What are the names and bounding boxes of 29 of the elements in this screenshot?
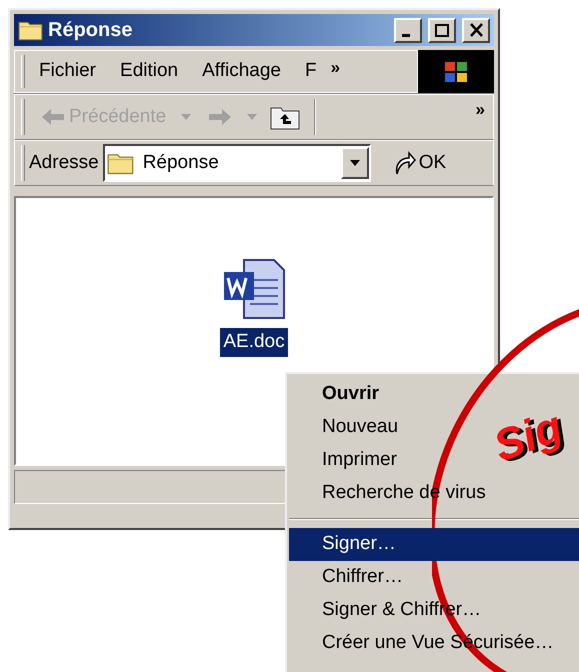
dropdown-arrow-icon: [348, 159, 361, 167]
word-document-icon[interactable]: [222, 258, 286, 320]
close-icon: [470, 23, 482, 37]
maximize-icon: [435, 24, 449, 36]
menu-item[interactable]: Ouvrir: [289, 378, 386, 411]
file-name[interactable]: AE.doc: [220, 328, 288, 356]
minimize-icon: [402, 34, 410, 36]
address-value: Réponse: [142, 150, 220, 175]
back-arrow-icon: [41, 108, 65, 126]
menu-item[interactable]: F: [295, 57, 327, 86]
menu-item[interactable]: Chiffrer…: [289, 561, 409, 594]
menu-item[interactable]: Imprimer: [289, 444, 403, 477]
menu-item[interactable]: Signer…: [289, 528, 579, 561]
go-button[interactable]: OK: [392, 148, 446, 178]
overflow-chevron[interactable]: »: [330, 55, 340, 80]
address-field[interactable]: Réponse: [102, 144, 371, 182]
annotation-text: Sig: [486, 400, 570, 474]
menu-item[interactable]: Edition: [110, 57, 188, 86]
close-button[interactable]: [462, 18, 490, 42]
menu-item[interactable]: Affichage: [192, 57, 292, 86]
overflow-chevron[interactable]: »: [476, 97, 485, 122]
window-title: Réponse: [48, 18, 134, 43]
minimize-button[interactable]: [394, 18, 422, 42]
menu-item[interactable]: Fichier: [29, 57, 106, 86]
folder-icon: [18, 19, 44, 41]
dropdown-button[interactable]: [340, 147, 369, 179]
menu-item[interactable]: Nouveau: [289, 411, 404, 444]
maximize-button[interactable]: [428, 18, 456, 42]
address-label: Adresse: [29, 150, 99, 175]
